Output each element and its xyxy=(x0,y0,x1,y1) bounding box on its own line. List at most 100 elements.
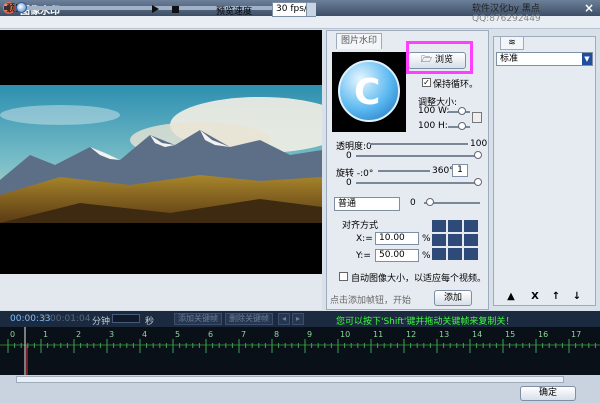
seek-bar xyxy=(0,274,322,290)
ruler-label: 15 xyxy=(505,330,515,339)
speed-label: 预览速度 xyxy=(216,7,253,17)
align-middle-left[interactable] xyxy=(432,234,446,246)
timeline-ruler[interactable]: 0 1 2 3 4 5 6 7 8 9 10 11 12 13 14 15 16 17 xyxy=(0,327,600,375)
layers-icon[interactable]: ≋ xyxy=(500,36,524,50)
loop-label: 保持循环。 xyxy=(433,80,479,90)
playback-controls xyxy=(0,290,322,310)
landscape-image xyxy=(0,85,322,223)
width-slider-handle[interactable] xyxy=(458,107,466,115)
down-arrow-icon[interactable]: ↓ xyxy=(572,292,582,302)
minute-input[interactable] xyxy=(112,314,140,323)
total-time: 00:01:04 xyxy=(50,314,91,324)
ruler-label: 16 xyxy=(538,330,548,339)
alignment-grid xyxy=(432,220,480,262)
delete-keyframe-button[interactable]: 删除关键帧 xyxy=(225,313,273,325)
align-bottom-right[interactable] xyxy=(464,248,478,260)
ruler-svg: 0 1 2 3 4 5 6 7 8 9 10 11 12 13 14 15 16 17 xyxy=(0,327,600,375)
credit-qq: QQ:876292449 xyxy=(472,14,541,24)
up-arrow-icon[interactable]: ↑ xyxy=(551,292,561,302)
credit-text: 软件汉化by 黑点 QQ:876292449 xyxy=(472,1,600,24)
video-preview xyxy=(0,30,322,274)
y-label: Y:= xyxy=(356,251,371,261)
stop-icon[interactable] xyxy=(172,6,179,13)
y-input[interactable]: 50.00 xyxy=(375,249,419,262)
ruler-label: 10 xyxy=(340,330,350,339)
preset-select[interactable]: 标准 xyxy=(496,52,593,66)
seek-handle[interactable] xyxy=(16,2,27,13)
ok-button[interactable]: 确定 xyxy=(520,386,576,401)
prev-keyframe-icon[interactable]: ◂ xyxy=(278,313,290,325)
ruler-label: 9 xyxy=(307,330,312,339)
ruler-label: 8 xyxy=(274,330,279,339)
ruler-label: 17 xyxy=(571,330,581,339)
ruler-label: 13 xyxy=(439,330,449,339)
x-unit: % xyxy=(422,234,431,244)
ruler-label: 5 xyxy=(175,330,180,339)
height-slider-handle[interactable] xyxy=(458,122,466,130)
opacity-slider[interactable] xyxy=(356,155,480,157)
align-middle-center[interactable] xyxy=(448,234,462,246)
ruler-label: 3 xyxy=(109,330,114,339)
lock-icon[interactable]: ▲ xyxy=(506,292,516,302)
rotate-step-input[interactable]: 1 xyxy=(452,164,468,177)
y-unit: % xyxy=(422,251,431,261)
tab-image-watermark[interactable]: 图片水印 xyxy=(336,33,382,49)
loop-checkbox[interactable]: ✓ xyxy=(422,78,431,87)
opacity-label: 透明度:0 xyxy=(336,142,372,152)
opacity-range xyxy=(370,143,468,145)
time-separator: / xyxy=(43,314,47,324)
delete-icon[interactable]: X xyxy=(530,292,540,302)
opacity-max: 100 xyxy=(470,139,488,149)
scrollbar-thumb[interactable] xyxy=(16,376,564,383)
ruler-label: 11 xyxy=(373,330,383,339)
rotate-range xyxy=(378,170,430,172)
height-label: 100 H: xyxy=(418,121,448,131)
blend-slider-handle[interactable] xyxy=(426,198,434,206)
rotate-label: 旋转 -:0° xyxy=(336,169,374,179)
x-label: X:= xyxy=(356,234,373,244)
volume-icon[interactable] xyxy=(4,3,14,13)
ruler-label: 0 xyxy=(10,330,15,339)
blend-value: 0 xyxy=(410,198,416,208)
align-bottom-center[interactable] xyxy=(448,248,462,260)
play-icon[interactable] xyxy=(152,5,159,13)
add-hint: 点击添加帧钮，开始 xyxy=(330,296,412,306)
align-middle-right[interactable] xyxy=(464,234,478,246)
x-input[interactable]: 10.00 xyxy=(375,232,419,245)
opacity-value: 0 xyxy=(346,151,352,161)
ruler-label: 7 xyxy=(241,330,246,339)
ruler-label: 2 xyxy=(76,330,81,339)
align-bottom-left[interactable] xyxy=(432,248,446,260)
rotate-slider-handle[interactable] xyxy=(474,178,482,186)
ruler-label: 6 xyxy=(208,330,213,339)
lock-icon[interactable] xyxy=(472,112,482,123)
chevron-down-icon[interactable] xyxy=(306,3,316,16)
seek-track[interactable] xyxy=(20,6,315,10)
minute-label: 分钟 xyxy=(92,317,111,327)
preset-list xyxy=(496,68,593,288)
auto-size-checkbox[interactable] xyxy=(339,272,348,281)
rotate-slider[interactable] xyxy=(356,182,480,184)
footer xyxy=(0,384,600,403)
chevron-down-icon[interactable]: ▼ xyxy=(582,53,592,65)
ruler-label: 12 xyxy=(406,330,416,339)
align-top-center[interactable] xyxy=(448,220,462,232)
ruler-label: 1 xyxy=(43,330,48,339)
ruler-label: 4 xyxy=(142,330,147,339)
align-top-right[interactable] xyxy=(464,220,478,232)
timeline-hint: 您可以按下'Shift'键并拖动关键帧来复制关！ xyxy=(336,317,515,327)
align-top-left[interactable] xyxy=(432,220,446,232)
rotate-min: 0 xyxy=(346,178,352,188)
credit-label: 软件汉化by 黑点 xyxy=(472,4,540,14)
add-button[interactable]: 添加 xyxy=(434,290,472,306)
blend-mode-select[interactable]: 普通 xyxy=(334,197,400,211)
align-label: 对齐方式 xyxy=(342,221,379,231)
next-keyframe-icon[interactable]: ▸ xyxy=(292,313,304,325)
logo-letter: C xyxy=(354,72,381,113)
width-label: 100 W: xyxy=(418,106,450,116)
opacity-slider-handle[interactable] xyxy=(474,151,482,159)
add-keyframe-button[interactable]: 添加关键帧 xyxy=(174,313,222,325)
auto-size-label: 自动图像大小，以适应每个视频。 xyxy=(351,274,487,284)
second-label: 秒 xyxy=(145,317,155,327)
highlight-box xyxy=(406,41,473,74)
